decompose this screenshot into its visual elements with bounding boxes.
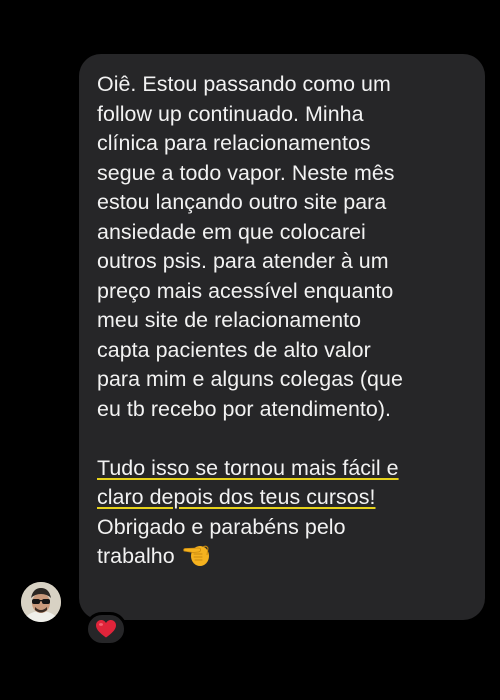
message-line: capta pacientes de alto valor [97, 337, 371, 362]
message-line: follow up continuado. Minha [97, 101, 364, 126]
message-line-with-emoji: trabalho [97, 542, 475, 572]
highlighted-line: claro depois dos teus cursos! [97, 483, 475, 513]
chat-screen: Oiê. Estou passando como um follow up co… [0, 0, 500, 700]
message-line: segue a todo vapor. Neste mês [97, 160, 395, 185]
avatar[interactable] [21, 582, 61, 622]
message-bubble[interactable]: Oiê. Estou passando como um follow up co… [79, 54, 485, 620]
message-line: para mim e alguns colegas (que [97, 367, 403, 391]
message-line: Oiê. Estou passando como um [97, 72, 391, 96]
message-line: meu site de relacionamento [97, 308, 362, 332]
message-line: ansiedade em que colocarei [97, 219, 366, 244]
highlighted-text: Tudo isso se tornou mais fácil e [97, 455, 399, 480]
message-line: estou lançando outro site para [97, 190, 387, 214]
highlighted-line: Tudo isso se tornou mais fácil e [97, 454, 475, 484]
reaction-badge[interactable] [85, 612, 127, 646]
message-line: eu tb recebo por atendimento). [97, 396, 392, 421]
message-line: Obrigado e parabéns pelo [97, 514, 346, 539]
backhand-index-pointing-left-icon [181, 542, 211, 568]
message-text: trabalho [97, 544, 175, 568]
message-line: outros psis. para atender à um [97, 249, 389, 273]
message-line: preço mais acessível enquanto [97, 278, 394, 303]
highlighted-text: claro depois dos teus cursos! [97, 485, 376, 509]
user-avatar-icon [21, 582, 61, 622]
message-line: clínica para relacionamentos [97, 131, 371, 155]
red-heart-icon [96, 620, 116, 638]
